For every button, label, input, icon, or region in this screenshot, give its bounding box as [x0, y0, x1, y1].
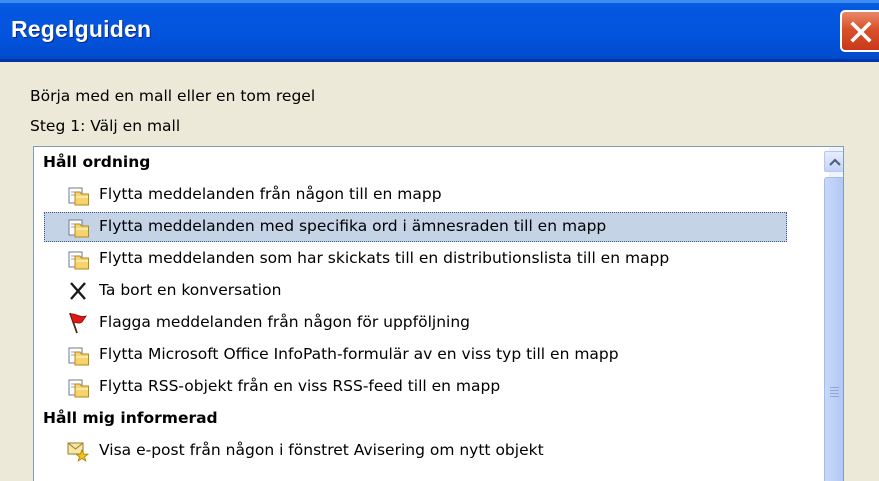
folder-move-icon [68, 379, 89, 398]
dialog-body: Börja med en mall eller en tom regel Ste… [0, 62, 879, 481]
list-item[interactable]: Flytta meddelanden från någon till en ma… [44, 179, 804, 211]
scroll-grip [830, 390, 839, 391]
folder-move-icon [68, 187, 89, 206]
template-list[interactable]: Håll ordning Flytta meddelanden från någ… [33, 146, 844, 481]
intro-text: Börja med en mall eller en tom regel [30, 87, 316, 105]
list-item[interactable]: Ta bort en konversation [44, 275, 804, 307]
scroll-thumb[interactable] [824, 177, 843, 481]
list-item[interactable]: Flagga meddelanden från någon för uppföl… [44, 307, 804, 339]
scroll-up-button[interactable] [824, 151, 843, 172]
title-bar: Regelguiden [0, 0, 879, 62]
mail-alert-icon [67, 442, 90, 462]
delete-x-icon [70, 282, 86, 300]
group-header-organize: Håll ordning [43, 153, 151, 171]
group-header-inform: Håll mig informerad [43, 409, 218, 427]
red-flag-icon [69, 312, 87, 334]
list-item[interactable]: Flytta meddelanden som har skickats till… [44, 243, 804, 275]
scroll-grip [830, 396, 839, 397]
scroll-grip [830, 387, 839, 388]
list-item[interactable]: Flytta Microsoft Office InfoPath-formulä… [44, 339, 804, 371]
close-icon [850, 21, 872, 43]
list-item[interactable]: Visa e-post från någon i fönstret Aviser… [44, 435, 804, 467]
list-item-selected[interactable]: Flytta meddelanden med specifika ord i ä… [44, 211, 787, 243]
window-title: Regelguiden [11, 16, 152, 42]
folder-move-icon [68, 251, 89, 270]
folder-move-icon [68, 347, 89, 366]
close-button[interactable] [840, 10, 879, 52]
list-item[interactable]: Flytta RSS-objekt från en viss RSS-feed … [44, 371, 804, 403]
chevron-up-icon [829, 158, 841, 166]
scroll-grip [830, 393, 839, 394]
step-label: Steg 1: Välj en mall [30, 117, 181, 135]
folder-move-icon [68, 219, 89, 238]
